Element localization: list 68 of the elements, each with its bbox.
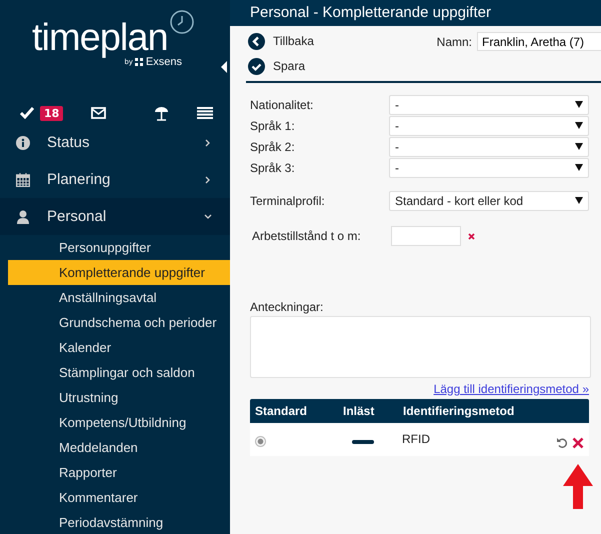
column-header: Inläst: [342, 404, 376, 418]
arrow-annotation: [563, 464, 593, 509]
person-icon: [16, 210, 30, 224]
submenu-item[interactable]: Kompletterande uppgifter: [8, 260, 230, 285]
chevron-right-icon: [204, 176, 212, 184]
clear-icon[interactable]: [468, 232, 475, 240]
collapse-icon[interactable]: [221, 61, 227, 73]
field-label: Språk 1:: [250, 118, 296, 132]
page-title: Personal - Kompletterande uppgifter: [250, 4, 491, 21]
dropdown-icon: [575, 143, 583, 150]
submenu-item[interactable]: Utrustning: [8, 385, 230, 410]
clock-icon: [169, 9, 195, 35]
name-field[interactable]: Franklin, Aretha (7): [477, 32, 601, 51]
select-field[interactable]: -: [389, 158, 589, 178]
count-badge: 18: [40, 106, 64, 120]
chevron-down-icon: [204, 212, 212, 220]
submenu-item[interactable]: Anställningsavtal: [8, 285, 230, 310]
submenu-item[interactable]: Meddelanden: [8, 435, 230, 460]
umbrella-icon[interactable]: [154, 106, 170, 120]
name-label: Namn:: [436, 34, 472, 49]
dropdown-icon: [575, 197, 583, 204]
submenu-item[interactable]: Kommentarer: [8, 485, 230, 510]
undo-icon[interactable]: [556, 436, 568, 448]
back-icon: [248, 32, 265, 50]
submenu-item[interactable]: Periodavstämning: [8, 510, 230, 534]
submenu-item[interactable]: Rapporter: [8, 460, 230, 485]
submenu-item[interactable]: Kompetens/Utbildning: [8, 410, 230, 435]
nav-item[interactable]: Personal: [0, 198, 230, 235]
column-header: Identifieringsmetod: [403, 404, 516, 418]
check-circle-icon: [248, 58, 265, 74]
radio-button[interactable]: [255, 436, 266, 446]
nav-item[interactable]: Planering: [0, 161, 230, 198]
table-cell-text: RFID: [402, 431, 431, 446]
submenu-item[interactable]: Grundschema och perioder: [8, 310, 230, 335]
dots-icon: [134, 58, 144, 66]
nav-item[interactable]: Status: [0, 124, 230, 161]
dropdown-icon: [575, 164, 583, 171]
logo-brand: Exsens: [146, 56, 182, 68]
notes-field[interactable]: [250, 316, 591, 378]
calendar-icon: [16, 172, 30, 186]
select-field[interactable]: -: [389, 116, 589, 136]
list-icon[interactable]: [197, 107, 214, 119]
delete-icon[interactable]: [572, 436, 584, 448]
field-label: Nationalitet:: [250, 98, 314, 112]
dash-icon: [352, 440, 374, 444]
select-field[interactable]: Standard - kort eller kod: [389, 190, 589, 210]
check-icon[interactable]: [20, 107, 34, 119]
chevron-right-icon: [204, 138, 212, 146]
submenu-item[interactable]: Kalender: [8, 335, 230, 360]
back-button[interactable]: Tillbaka: [248, 30, 314, 52]
field-label: Språk 2:: [250, 140, 296, 154]
date-field[interactable]: [391, 226, 461, 246]
logo-wordmark: timeplan: [32, 17, 168, 59]
field-label: Språk 3:: [250, 160, 296, 174]
notes-label: Anteckningar:: [250, 300, 324, 314]
add-method-link[interactable]: Lägg till identifieringsmetod »: [434, 382, 589, 396]
submenu-item[interactable]: Personuppgifter: [8, 235, 230, 260]
column-header: Standard: [254, 404, 308, 418]
mail-icon[interactable]: [91, 107, 106, 119]
select-field[interactable]: -: [389, 94, 589, 114]
dropdown-icon: [575, 101, 583, 108]
save-button[interactable]: Spara: [248, 55, 314, 77]
field-label: Terminalprofil:: [250, 194, 326, 208]
info-icon: [16, 136, 30, 150]
field-label: Arbetstillstånd t o m:: [251, 229, 362, 243]
dropdown-icon: [575, 122, 583, 129]
submenu-item[interactable]: Stämplingar och saldon: [8, 360, 230, 385]
select-field[interactable]: -: [389, 136, 589, 156]
